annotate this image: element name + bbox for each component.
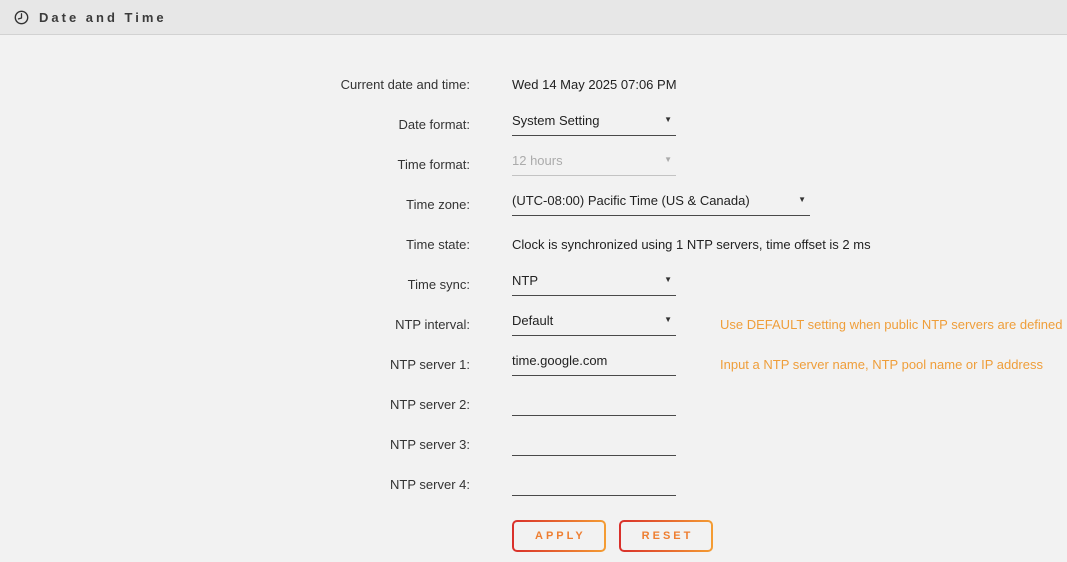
row-current-datetime: Current date and time: Wed 14 May 2025 0… [0,64,1067,104]
date-time-form: Current date and time: Wed 14 May 2025 0… [0,35,1067,552]
ntp-interval-value: Default [512,313,553,328]
time-state-value: Clock is synchronized using 1 NTP server… [512,237,871,252]
row-ntp-server-2: NTP server 2: [0,384,1067,424]
time-format-select: 12 hours ▼ [512,153,676,176]
row-time-sync: Time sync: NTP ▼ [0,264,1067,304]
ntp-server-2-input[interactable] [512,393,676,416]
ntp-server-2-label: NTP server 2: [0,397,470,412]
time-zone-value: (UTC-08:00) Pacific Time (US & Canada) [512,193,750,208]
date-format-value: System Setting [512,113,599,128]
time-sync-value: NTP [512,273,538,288]
ntp-server-4-input[interactable] [512,473,676,496]
section-header: Date and Time [0,0,1067,35]
ntp-server-1-input[interactable] [512,353,676,376]
chevron-down-icon: ▼ [798,196,806,204]
ntp-server-1-label: NTP server 1: [0,357,470,372]
time-sync-label: Time sync: [0,277,470,292]
time-state-label: Time state: [0,237,470,252]
chevron-down-icon: ▼ [664,116,672,124]
section-title: Date and Time [39,10,167,25]
date-format-label: Date format: [0,117,470,132]
row-ntp-server-3: NTP server 3: [0,424,1067,464]
ntp-server-4-label: NTP server 4: [0,477,470,492]
current-datetime-value: Wed 14 May 2025 07:06 PM [512,77,677,92]
row-time-state: Time state: Clock is synchronized using … [0,224,1067,264]
row-ntp-interval: NTP interval: Default ▼ Use DEFAULT sett… [0,304,1067,344]
button-row: APPLY RESET [512,520,1067,552]
row-ntp-server-4: NTP server 4: [0,464,1067,504]
time-zone-label: Time zone: [0,197,470,212]
chevron-down-icon: ▼ [664,316,672,324]
reset-button-label: RESET [621,522,712,550]
ntp-server-1-hint: Input a NTP server name, NTP pool name o… [720,357,1043,372]
chevron-down-icon: ▼ [664,156,672,164]
time-sync-select[interactable]: NTP ▼ [512,273,676,296]
reset-button[interactable]: RESET [619,520,714,552]
ntp-server-3-label: NTP server 3: [0,437,470,452]
row-time-format: Time format: 12 hours ▼ [0,144,1067,184]
apply-button[interactable]: APPLY [512,520,606,552]
ntp-interval-label: NTP interval: [0,317,470,332]
row-time-zone: Time zone: (UTC-08:00) Pacific Time (US … [0,184,1067,224]
row-ntp-server-1: NTP server 1: Input a NTP server name, N… [0,344,1067,384]
row-date-format: Date format: System Setting ▼ [0,104,1067,144]
time-format-label: Time format: [0,157,470,172]
time-format-value: 12 hours [512,153,563,168]
ntp-interval-hint: Use DEFAULT setting when public NTP serv… [720,317,1063,332]
chevron-down-icon: ▼ [664,276,672,284]
ntp-interval-select[interactable]: Default ▼ [512,313,676,336]
current-datetime-label: Current date and time: [0,77,470,92]
time-zone-select[interactable]: (UTC-08:00) Pacific Time (US & Canada) ▼ [512,193,810,216]
clock-icon [14,10,29,25]
ntp-server-3-input[interactable] [512,433,676,456]
date-format-select[interactable]: System Setting ▼ [512,113,676,136]
apply-button-label: APPLY [514,522,604,550]
